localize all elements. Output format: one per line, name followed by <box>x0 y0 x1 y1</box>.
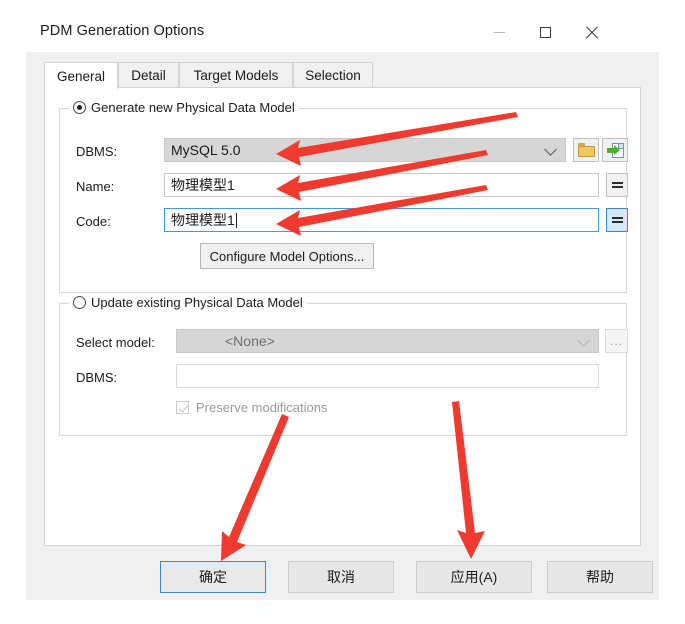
maximize-icon <box>539 26 551 38</box>
tab-strip: General Detail Target Models Selection <box>44 62 641 89</box>
select-model-browse-button[interactable]: ... <box>605 329 628 353</box>
close-icon <box>585 26 598 39</box>
update-existing-model-group: Update existing Physical Data Model Sele… <box>59 295 628 436</box>
code-value: 物理模型1 <box>171 212 235 228</box>
chevron-down-icon <box>577 334 590 347</box>
tab-general[interactable]: General <box>44 62 118 89</box>
dbms-label: DBMS: <box>76 144 118 159</box>
tab-general-label: General <box>56 68 106 84</box>
ok-button-label: 确定 <box>199 569 227 585</box>
select-model-combobox[interactable]: <None> <box>176 329 599 353</box>
configure-model-options-label: Configure Model Options... <box>209 248 365 264</box>
ellipsis-icon: ... <box>609 334 623 348</box>
name-label: Name: <box>76 179 115 194</box>
dbms-import-model-button[interactable] <box>602 138 628 162</box>
ok-button[interactable]: 确定 <box>160 561 266 593</box>
cancel-button[interactable]: 取消 <box>288 561 394 593</box>
tab-detail-label: Detail <box>131 68 166 83</box>
cancel-button-label: 取消 <box>327 569 355 585</box>
window-title: PDM Generation Options <box>40 23 205 39</box>
select-model-label: Select model: <box>76 335 155 350</box>
generate-new-model-radio[interactable] <box>73 101 86 114</box>
import-model-icon <box>606 142 624 158</box>
update-existing-model-label: Update existing Physical Data Model <box>91 295 303 310</box>
apply-button[interactable]: 应用(A) <box>416 561 532 593</box>
update-existing-model-legend[interactable]: Update existing Physical Data Model <box>69 295 307 310</box>
chevron-down-icon <box>544 143 557 156</box>
equals-icon <box>611 181 623 189</box>
update-dbms-input[interactable] <box>176 364 599 388</box>
apply-button-label: 应用(A) <box>450 569 498 585</box>
pdm-generation-options-dialog: PDM Generation Options General Detail Ta… <box>26 12 659 600</box>
update-existing-model-radio[interactable] <box>73 296 86 309</box>
preserve-modifications-row[interactable]: Preserve modifications <box>176 400 328 415</box>
preserve-modifications-label: Preserve modifications <box>196 400 328 415</box>
code-equals-button[interactable] <box>606 208 628 232</box>
close-button[interactable] <box>568 12 614 52</box>
generate-new-model-label: Generate new Physical Data Model <box>91 100 295 115</box>
maximize-button[interactable] <box>522 12 568 52</box>
tab-selection-label: Selection <box>305 68 361 83</box>
name-equals-button[interactable] <box>606 173 628 197</box>
minimize-icon <box>493 31 505 33</box>
code-input[interactable]: 物理模型1 <box>164 208 599 232</box>
dbms-value: MySQL 5.0 <box>171 142 241 158</box>
generate-new-model-legend[interactable]: Generate new Physical Data Model <box>69 100 299 115</box>
equals-icon <box>611 216 623 224</box>
generate-new-model-group: Generate new Physical Data Model DBMS: M… <box>59 100 628 293</box>
tab-detail[interactable]: Detail <box>118 62 179 88</box>
name-input[interactable]: 物理模型1 <box>164 173 599 197</box>
tab-selection[interactable]: Selection <box>293 62 373 88</box>
name-value: 物理模型1 <box>171 177 235 193</box>
tab-target-models[interactable]: Target Models <box>179 62 293 88</box>
help-button-label: 帮助 <box>586 569 614 585</box>
help-button[interactable]: 帮助 <box>547 561 653 593</box>
update-dbms-label: DBMS: <box>76 370 118 385</box>
code-label: Code: <box>76 214 111 229</box>
select-model-value: <None> <box>225 333 275 349</box>
preserve-modifications-checkbox[interactable] <box>176 401 189 414</box>
folder-icon <box>577 143 595 157</box>
dbms-combobox[interactable]: MySQL 5.0 <box>164 138 566 162</box>
text-caret <box>235 212 237 228</box>
configure-model-options-button[interactable]: Configure Model Options... <box>200 243 374 269</box>
general-tab-panel: Generate new Physical Data Model DBMS: M… <box>44 87 641 546</box>
dbms-browse-folder-button[interactable] <box>573 138 599 162</box>
tab-target-models-label: Target Models <box>193 68 279 83</box>
title-bar: PDM Generation Options <box>26 12 659 52</box>
minimize-button[interactable] <box>476 12 522 52</box>
